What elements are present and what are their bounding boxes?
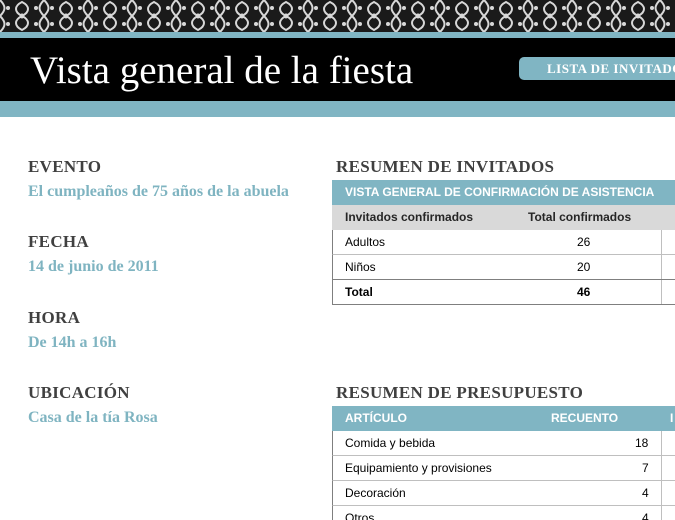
column-divider [661, 255, 662, 279]
column-header-confirmed-guests: Invitados confirmados [345, 210, 474, 224]
table-total-row[interactable]: Total 46 [332, 279, 675, 305]
guest-type-label: Adultos [345, 235, 386, 249]
date-value: 14 de junio de 2011 [28, 258, 159, 275]
budget-summary-title: RESUMEN DE PRESUPUESTO [336, 383, 584, 402]
decorative-pattern-band [0, 0, 675, 32]
budget-item-label: Otros [345, 511, 375, 520]
column-header-next: I [670, 411, 674, 425]
guest-count-value: 26 [577, 235, 591, 249]
budget-item-count: 4 [642, 486, 649, 500]
budget-item-count: 7 [642, 461, 649, 475]
column-header-count: RECUENTO [551, 411, 619, 425]
column-header-item: ARTÍCULO [345, 411, 407, 425]
column-header-total-confirmed: Total confirmados [528, 210, 632, 224]
budget-summary-table-header: ARTÍCULO RECUENTO I [332, 406, 675, 431]
budget-item-count: 4 [642, 511, 649, 520]
location-label: UBICACIÓN [28, 383, 130, 402]
table-row[interactable]: Comida y bebida 18 [332, 431, 675, 456]
guest-summary-table-header: VISTA GENERAL DE CONFIRMACIÓN DE ASISTEN… [332, 180, 675, 205]
table-row[interactable]: Adultos 26 [332, 230, 675, 255]
column-divider [661, 230, 662, 254]
table-row[interactable]: Niños 20 [332, 255, 675, 280]
guest-type-label: Niños [345, 260, 376, 274]
column-divider [661, 481, 662, 505]
table-row[interactable]: Otros 4 [332, 506, 675, 520]
event-value: El cumpleaños de 75 años de la abuela [28, 183, 289, 200]
guest-count-value: 20 [577, 260, 591, 274]
column-divider [661, 456, 662, 480]
guest-summary-title: RESUMEN DE INVITADOS [336, 157, 555, 176]
total-label: Total [345, 285, 373, 299]
header-bottom-strip [0, 101, 675, 117]
budget-item-label: Decoración [345, 486, 406, 500]
guest-list-button[interactable]: LISTA DE INVITADOS [519, 57, 675, 80]
total-value: 46 [577, 285, 591, 299]
time-value: De 14h a 16h [28, 334, 117, 351]
table-row[interactable]: Equipamiento y provisiones 7 [332, 456, 675, 481]
table-row[interactable]: Decoración 4 [332, 481, 675, 506]
location-value: Casa de la tía Rosa [28, 409, 158, 426]
rsvp-overview-heading: VISTA GENERAL DE CONFIRMACIÓN DE ASISTEN… [345, 185, 655, 199]
date-label: FECHA [28, 232, 89, 251]
guest-summary-column-headers: Invitados confirmados Total confirmados [332, 205, 675, 230]
page-title: Vista general de la fiesta [30, 49, 414, 92]
time-label: HORA [28, 308, 81, 327]
budget-item-label: Equipamiento y provisiones [345, 461, 492, 475]
column-divider [661, 280, 662, 304]
damask-pattern-icon [0, 0, 675, 32]
budget-item-label: Comida y bebida [345, 436, 436, 450]
budget-item-count: 18 [635, 436, 649, 450]
column-divider [661, 431, 662, 455]
column-divider [661, 506, 662, 520]
event-label: EVENTO [28, 157, 102, 176]
